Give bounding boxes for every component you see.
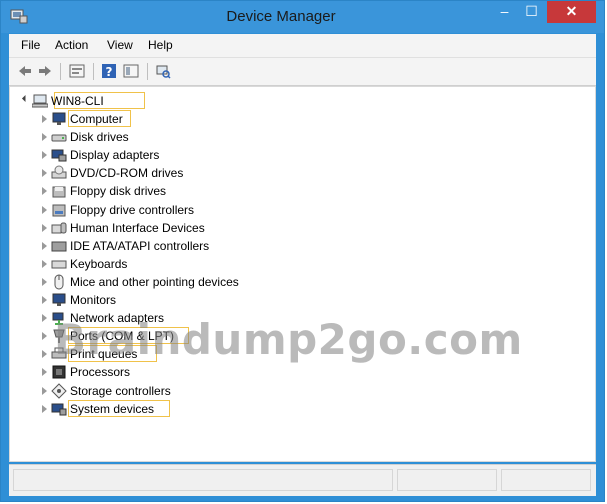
tree-item[interactable]: Human Interface Devices [42, 220, 302, 237]
expand-arrow-icon[interactable] [42, 278, 47, 286]
tree-item-label: DVD/CD-ROM drives [70, 166, 184, 180]
menu-view[interactable]: View [107, 38, 133, 52]
tree-item[interactable]: Processors [42, 364, 302, 381]
tree-item-label: Computer [70, 112, 123, 126]
expand-arrow-icon[interactable] [42, 187, 47, 195]
scan-hardware-icon[interactable] [155, 63, 171, 79]
maximize-button[interactable]: ☐ [518, 1, 545, 23]
expand-arrow-icon[interactable] [42, 224, 47, 232]
tree-item[interactable]: DVD/CD-ROM drives [42, 165, 302, 182]
back-arrow-icon[interactable] [17, 63, 33, 79]
tree-item[interactable]: Disk drives [42, 129, 302, 146]
tree-item-label: IDE ATA/ATAPI controllers [70, 239, 210, 253]
floppy-disk-icon [52, 186, 66, 198]
tree-item[interactable]: Floppy drive controllers [42, 202, 302, 219]
tree-item-label: Disk drives [70, 130, 129, 144]
status-pane-2 [397, 469, 497, 491]
window-title: Device Manager [226, 8, 336, 25]
device-manager-window: Device Manager – ☐ ✕ File Action View He… [0, 0, 605, 502]
storage-controller-icon [51, 383, 67, 399]
status-pane-main [13, 469, 393, 491]
toolbar-separator [147, 63, 148, 80]
keyboard-icon [51, 260, 67, 269]
mouse-icon [54, 274, 64, 290]
tree-item-label: System devices [70, 402, 155, 416]
hid-icon [51, 222, 67, 234]
status-bar [9, 464, 596, 496]
tree-item[interactable]: Mice and other pointing devices [42, 274, 302, 291]
tree-item-label: Display adapters [70, 148, 160, 162]
toolbar-separator [93, 63, 94, 80]
tree-item-label: Storage controllers [70, 384, 171, 398]
monitor-icon [52, 112, 66, 125]
toolbar: ? [9, 58, 596, 86]
expand-arrow-icon[interactable] [42, 405, 47, 413]
system-devices-icon [51, 403, 67, 416]
status-pane-3 [501, 469, 591, 491]
expand-arrow-icon[interactable] [42, 115, 47, 123]
computer-icon [32, 94, 48, 108]
expand-arrow-icon[interactable] [21, 94, 30, 103]
tree-item[interactable]: IDE ATA/ATAPI controllers [42, 238, 302, 255]
disk-drive-icon [51, 134, 67, 142]
tree-root[interactable]: WIN8-CLI [21, 93, 153, 110]
tree-item[interactable]: Monitors [42, 292, 302, 309]
expand-arrow-icon[interactable] [42, 296, 47, 304]
expand-arrow-icon[interactable] [42, 206, 47, 214]
floppy-controller-icon [52, 204, 66, 217]
monitor-icon [52, 293, 66, 306]
expand-arrow-icon[interactable] [42, 151, 47, 159]
minimize-button[interactable]: – [491, 1, 518, 23]
tree-item[interactable]: Keyboards [42, 256, 302, 273]
expand-arrow-icon[interactable] [42, 350, 47, 358]
menu-file[interactable]: File [21, 38, 40, 52]
tree-root-label: WIN8-CLI [51, 94, 104, 108]
ide-controller-icon [51, 241, 67, 252]
dvd-drive-icon [51, 165, 67, 179]
watermark: Braindump2go.com [54, 315, 523, 364]
menu-bar: File Action View Help [9, 34, 596, 58]
close-button[interactable]: ✕ [547, 1, 596, 23]
help-icon[interactable]: ? [101, 63, 117, 79]
tree-item-label: Mice and other pointing devices [70, 275, 239, 289]
menu-help[interactable]: Help [148, 38, 173, 52]
tree-item[interactable]: System devices [42, 401, 302, 418]
tree-item[interactable]: Computer [42, 111, 302, 128]
svg-text:?: ? [106, 65, 113, 79]
tree-item-label: Floppy drive controllers [70, 203, 195, 217]
expand-arrow-icon[interactable] [42, 332, 47, 340]
expand-arrow-icon[interactable] [42, 242, 47, 250]
title-bar[interactable]: Device Manager – ☐ ✕ [1, 1, 604, 33]
show-hide-icon[interactable] [123, 63, 139, 79]
display-adapter-icon [51, 149, 67, 162]
tree-item[interactable]: Storage controllers [42, 383, 302, 400]
device-tree[interactable]: WIN8-CLI Computer Disk drives Display adap… [9, 86, 596, 462]
tree-item-label: Human Interface Devices [70, 221, 205, 235]
tree-item-label: Processors [70, 365, 131, 379]
expand-arrow-icon[interactable] [42, 368, 47, 376]
properties-icon[interactable] [69, 63, 85, 79]
expand-arrow-icon[interactable] [42, 314, 47, 322]
expand-arrow-icon[interactable] [42, 260, 47, 268]
tree-item-label: Monitors [70, 293, 117, 307]
expand-arrow-icon[interactable] [42, 133, 47, 141]
toolbar-separator [60, 63, 61, 80]
menu-action[interactable]: Action [55, 38, 88, 52]
tree-item-label: Floppy disk drives [70, 184, 167, 198]
forward-arrow-icon[interactable] [37, 63, 53, 79]
tree-item[interactable]: Floppy disk drives [42, 183, 302, 200]
expand-arrow-icon[interactable] [42, 387, 47, 395]
processor-icon [52, 365, 66, 379]
tree-item[interactable]: Display adapters [42, 147, 302, 164]
tree-item-label: Keyboards [70, 257, 128, 271]
expand-arrow-icon[interactable] [42, 169, 47, 177]
